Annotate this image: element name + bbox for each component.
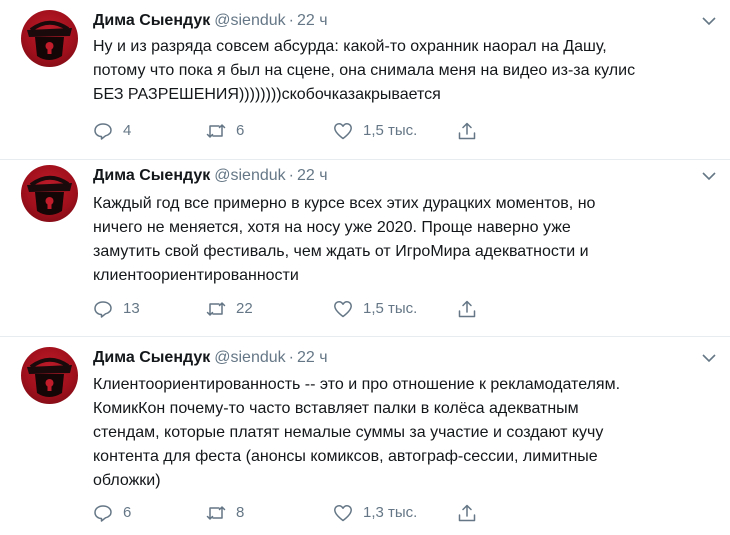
heart-icon [334,300,352,318]
retweet-count: 8 [236,504,245,521]
author-name[interactable]: Дима Сыендук [93,349,210,366]
share-icon [458,504,476,522]
share-button[interactable] [457,120,477,142]
chevron-down-icon[interactable] [700,12,718,30]
share-button[interactable] [457,298,477,320]
like-count: 1,3 тыс. [363,504,418,521]
chevron-down-icon[interactable] [700,349,718,367]
separator-dot: · [288,167,294,184]
retweet-count: 22 [236,300,253,317]
reply-count: 13 [123,300,140,317]
tweet-header: Дима Сыендук @sienduk · 22 ч [93,10,328,32]
separator-dot: · [288,349,294,366]
retweet-icon [206,506,226,520]
author-name[interactable]: Дима Сыендук [93,167,210,184]
share-icon [458,122,476,140]
avatar[interactable] [21,347,78,404]
like-button[interactable]: 1,5 тыс. [333,298,417,320]
chevron-down-icon[interactable] [700,167,718,185]
author-name[interactable]: Дима Сыендук [93,12,210,29]
reply-count: 6 [123,504,132,521]
share-button[interactable] [457,502,477,524]
reply-button[interactable]: 6 [93,502,131,524]
like-count: 1,5 тыс. [363,300,418,317]
tweet-header: Дима Сыендук @sienduk · 22 ч [93,165,328,187]
timestamp[interactable]: 22 ч [297,12,328,29]
retweet-icon [206,124,226,138]
tweet-text: Клиентоориентированность -- это и про от… [93,376,621,489]
heart-icon [334,122,352,140]
reply-button[interactable]: 4 [93,120,131,142]
tweet-header: Дима Сыендук @sienduk · 22 ч [93,347,328,369]
tweet-actions: 4 6 1,5 тыс. [93,120,493,142]
retweet-button[interactable]: 8 [206,502,244,524]
timestamp[interactable]: 22 ч [297,349,328,366]
retweet-icon [206,302,226,316]
tweet-text: Каждый год все примерно в курсе всех эти… [93,195,596,284]
author-handle[interactable]: @sienduk [214,349,285,366]
tweet-thread: Дима Сыендук @sienduk · 22 ч Ну и из разряд… [0,0,730,535]
tweet: Дима Сыендук @sienduk · 22 ч Каждый год все… [0,165,730,337]
retweet-button[interactable]: 6 [206,120,244,142]
heart-icon [334,504,352,522]
like-button[interactable]: 1,3 тыс. [333,502,417,524]
tweet: Дима Сыендук @sienduk · 22 ч Клиентоориенти… [0,347,730,535]
author-handle[interactable]: @sienduk [214,12,285,29]
retweet-button[interactable]: 22 [206,298,253,320]
reply-icon [94,123,112,140]
like-count: 1,5 тыс. [363,122,418,139]
tweet-actions: 6 8 1,3 тыс. [93,502,493,524]
reply-count: 4 [123,122,132,139]
avatar[interactable] [21,165,78,222]
timestamp[interactable]: 22 ч [297,167,328,184]
tweet: Дима Сыендук @sienduk · 22 ч Ну и из разряд… [0,10,730,160]
author-handle[interactable]: @sienduk [214,167,285,184]
tweet-actions: 13 22 1,5 тыс. [93,298,493,320]
reply-icon [94,301,112,318]
reply-icon [94,505,112,522]
tweet-text: Ну и из разряда совсем абсурда: какой-то… [93,38,636,103]
share-icon [458,300,476,318]
separator-dot: · [288,12,294,29]
retweet-count: 6 [236,122,245,139]
like-button[interactable]: 1,5 тыс. [333,120,417,142]
reply-button[interactable]: 13 [93,298,140,320]
avatar[interactable] [21,10,78,67]
